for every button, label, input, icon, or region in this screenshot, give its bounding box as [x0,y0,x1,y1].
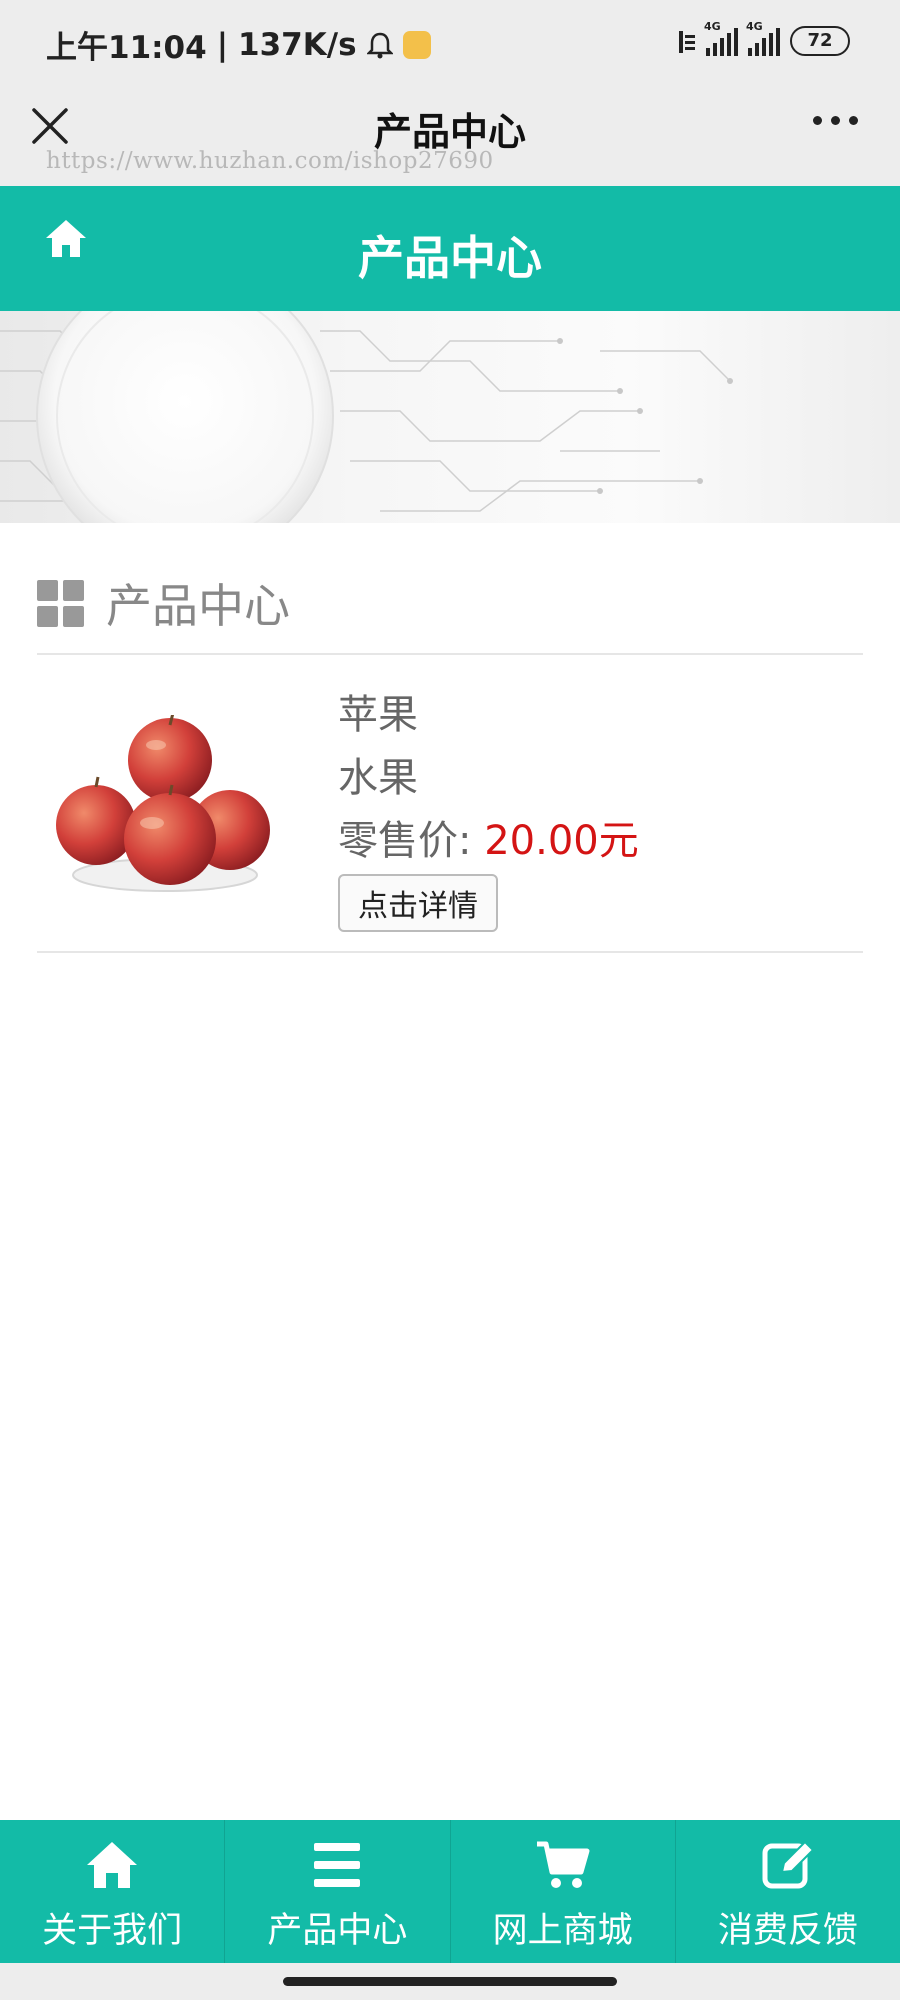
section-divider [37,653,863,655]
section-title: 产品中心 [106,579,290,633]
status-separator: | [216,26,229,63]
status-net-speed: 137K/s [238,26,357,63]
edit-icon [762,1840,815,1889]
nav-item-products[interactable]: 产品中心 [225,1820,451,1963]
data-transfer-icon [679,31,695,53]
nav-item-shop[interactable]: 网上商城 [451,1820,676,1963]
grid-icon [37,579,84,627]
status-left: 上午11:04 | 137K/s [46,22,431,67]
nav-label-products: 产品中心 [267,1911,408,1951]
nav-item-feedback[interactable]: 消费反馈 [676,1820,900,1963]
apple-plate-image[interactable] [52,715,278,905]
notification-app-icon [402,30,431,59]
status-right: 4G 4G 72 [678,20,850,56]
home-indicator[interactable] [283,1977,617,1986]
status-bar: 上午11:04 | 137K/s 4G 4G 72 [0,0,900,88]
bottom-nav: 关于我们 产品中心 网上商城 消费反馈 [0,1820,900,1963]
banner-image [0,311,900,523]
product-category: 水果 [338,755,418,801]
price-label: 零售价: [338,818,472,864]
signal-2-label: 4G [746,20,763,33]
list-icon [314,1843,361,1887]
header-title: 产品中心 [358,231,542,285]
circuit-banner-graphic [0,311,733,523]
signal-icon-2: 4G [746,20,780,56]
nav-item-about[interactable]: 关于我们 [0,1820,226,1963]
price-value: 20.00元 [484,818,639,864]
signal-1-label: 4G [704,20,721,33]
status-time: 上午11:04 [46,30,207,66]
cart-icon [536,1841,590,1888]
price-row: 零售价: 20.00元 [338,808,639,866]
bell-icon [366,32,393,58]
more-options-icon[interactable] [813,116,858,125]
url-watermark: https://www.huzhan.com/ishop27690 [46,148,494,174]
product-name[interactable]: 苹果 [338,682,418,740]
battery-indicator: 72 [790,26,850,56]
nav-label-feedback: 消费反馈 [717,1911,858,1951]
product-divider [37,951,863,953]
signal-icon-1: 4G [704,20,738,56]
section-heading: 产品中心 [37,570,290,636]
nav-label-shop: 网上商城 [492,1911,633,1951]
detail-button[interactable]: 点击详情 [338,874,498,932]
nav-label-about: 关于我们 [42,1911,183,1951]
home-icon [87,1842,138,1888]
